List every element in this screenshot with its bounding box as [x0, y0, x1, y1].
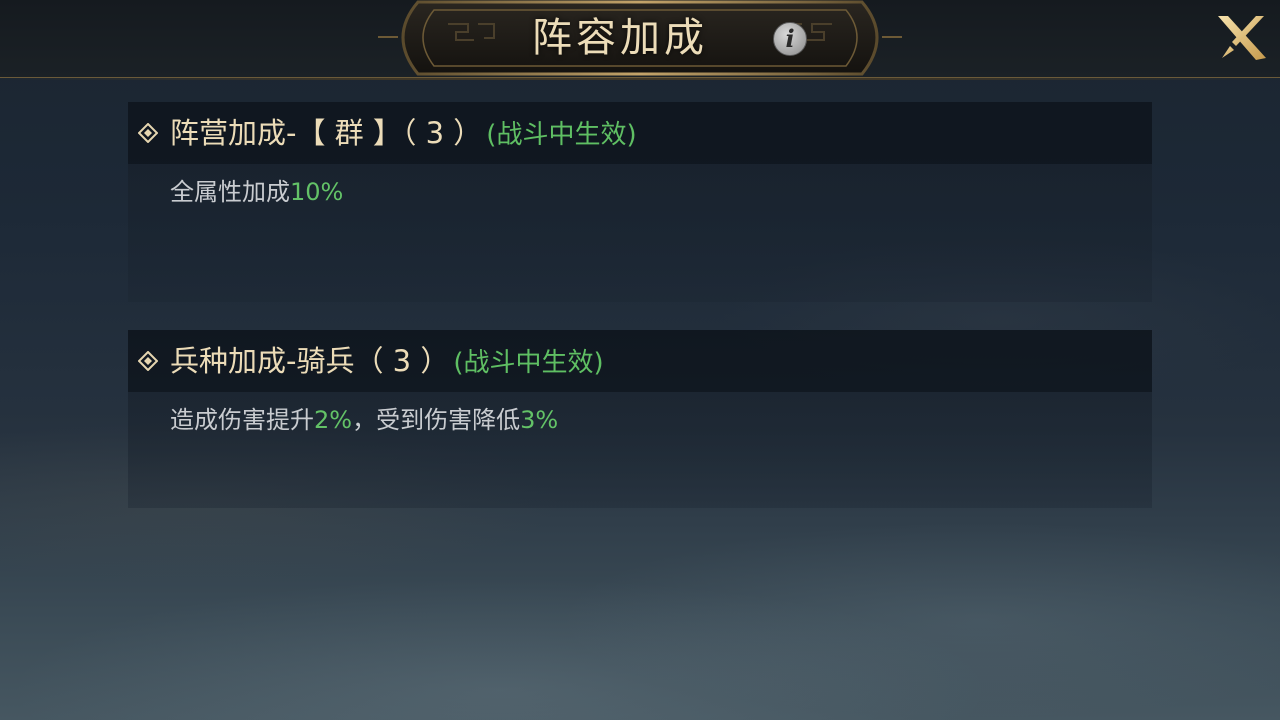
bonus-panel-faction: 阵营加成-【 群 】（ 3 ） (战斗中生效) 全属性加成10%: [128, 102, 1152, 302]
page-title: 阵容加成: [532, 15, 708, 61]
desc-text: 全属性加成: [170, 178, 290, 206]
close-icon: [1218, 16, 1266, 60]
bonus-title: 阵营加成-【 群 】（ 3 ）: [170, 116, 483, 150]
bonus-condition: (战斗中生效): [486, 120, 637, 150]
diamond-bullet-icon: [138, 123, 158, 143]
close-button[interactable]: [1214, 12, 1270, 64]
bonus-panel-troop: 兵种加成-骑兵（ 3 ） (战斗中生效) 造成伤害提升2%，受到伤害降低3%: [128, 330, 1152, 508]
bonus-header: 阵营加成-【 群 】（ 3 ） (战斗中生效): [128, 102, 1152, 164]
bonus-condition: (战斗中生效): [453, 348, 604, 378]
desc-value: 10%: [290, 178, 344, 206]
top-bar: 阵容加成 i: [0, 0, 1280, 80]
bonus-description: 全属性加成10%: [170, 172, 343, 212]
bonus-header: 兵种加成-骑兵（ 3 ） (战斗中生效): [128, 330, 1152, 392]
desc-text: ，受到伤害降低: [352, 406, 521, 434]
info-icon[interactable]: i: [773, 22, 807, 56]
diamond-bullet-icon: [138, 351, 158, 371]
bonus-title-line: 兵种加成-骑兵（ 3 ） (战斗中生效): [170, 338, 604, 384]
bonus-title: 兵种加成-骑兵（ 3 ）: [170, 344, 450, 378]
desc-text: 造成伤害提升: [170, 406, 314, 434]
bonus-title-line: 阵营加成-【 群 】（ 3 ） (战斗中生效): [170, 110, 637, 156]
desc-value: 3%: [520, 406, 559, 434]
desc-value: 2%: [314, 406, 353, 434]
bonus-description: 造成伤害提升2%，受到伤害降低3%: [170, 400, 558, 440]
